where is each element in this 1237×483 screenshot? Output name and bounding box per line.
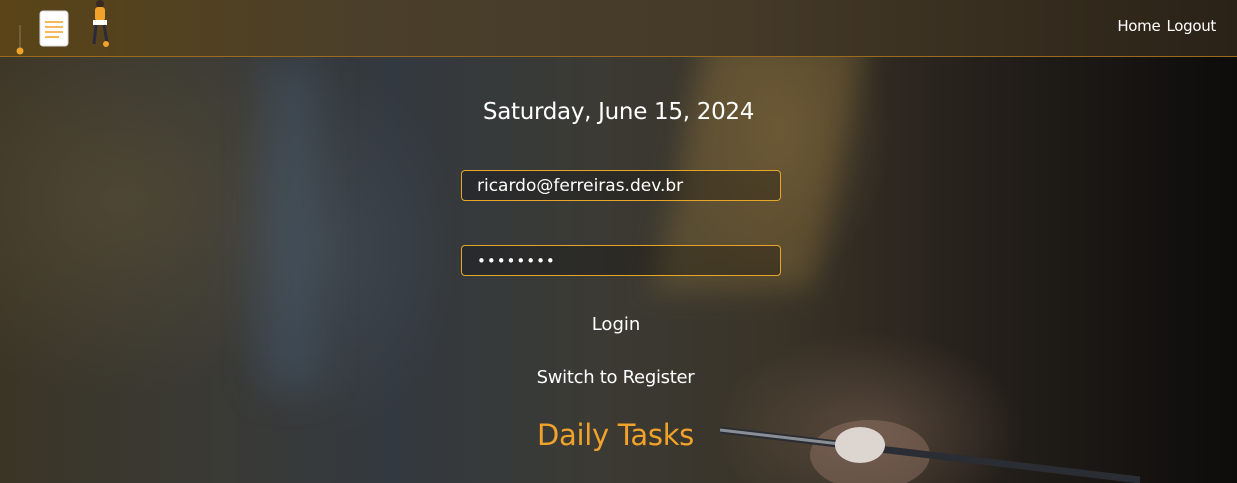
top-navbar: Home Logout	[0, 0, 1237, 57]
switch-to-register-link[interactable]: Switch to Register	[0, 367, 1231, 388]
main-nav: Home Logout	[1117, 17, 1216, 35]
email-field[interactable]	[461, 170, 781, 201]
nav-home-link[interactable]: Home	[1117, 17, 1160, 35]
current-date: Saturday, June 15, 2024	[482, 99, 755, 125]
logo[interactable]	[10, 0, 120, 57]
nav-logout-link[interactable]: Logout	[1166, 17, 1216, 35]
task-list-illustration-icon	[16, 0, 109, 55]
login-button[interactable]: Login	[556, 311, 676, 337]
hand-with-pen-illustration	[720, 420, 1140, 483]
password-field[interactable]	[461, 245, 781, 276]
